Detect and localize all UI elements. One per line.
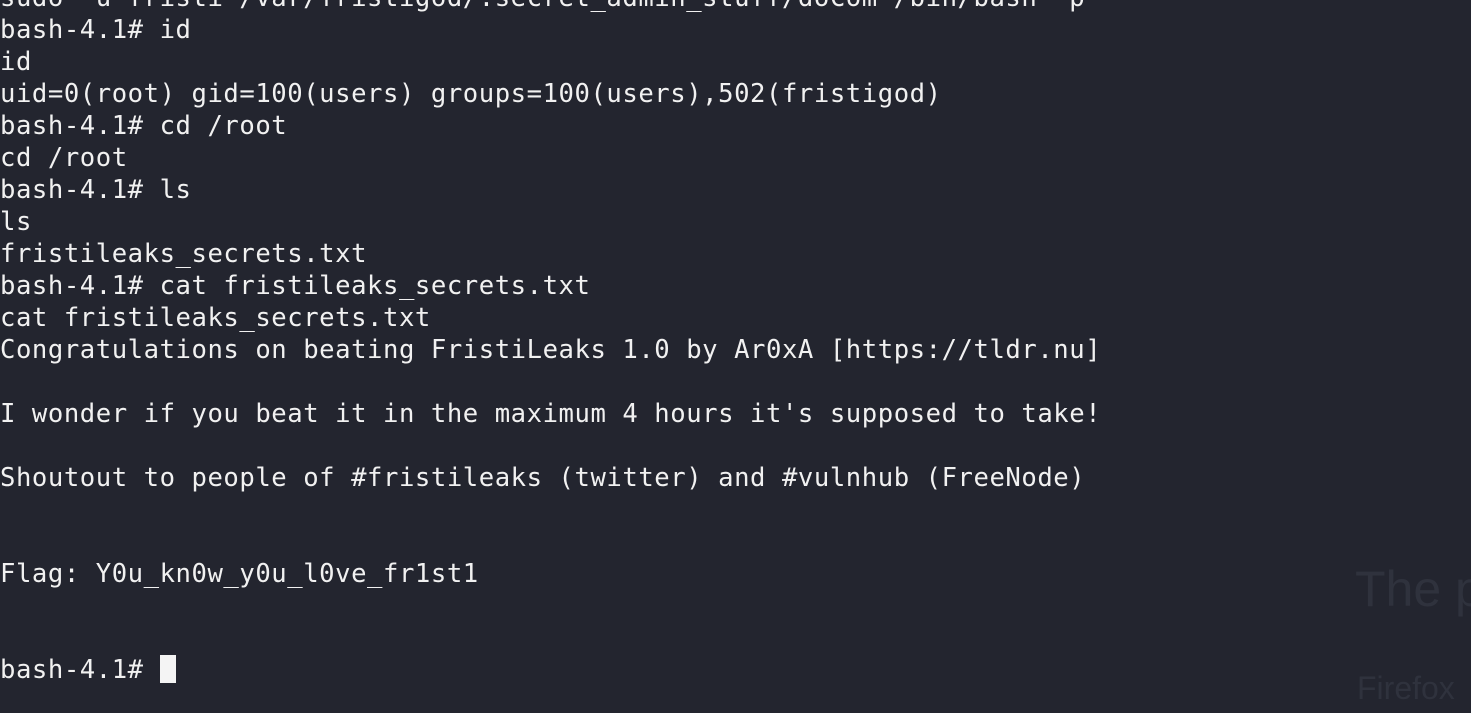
terminal-line: I wonder if you beat it in the maximum 4…: [0, 399, 1102, 429]
terminal-line: bash-4.1# id: [0, 15, 192, 45]
terminal-line: Shoutout to people of #fristileaks (twit…: [0, 463, 1086, 493]
prompt-line[interactable]: bash-4.1#: [0, 654, 1471, 686]
terminal-line: bash-4.1# ls: [0, 175, 192, 205]
terminal-cursor: [159, 655, 176, 683]
terminal-line: sudo -u fristi /var/fristigod/.secret_ad…: [0, 0, 1471, 14]
terminal-line: bash-4.1# cd /root: [0, 111, 288, 141]
terminal-window[interactable]: The p Firefox sudo -u fristi /var/fristi…: [0, 0, 1471, 713]
flag-line: Flag: Y0u_kn0w_y0u_l0ve_fr1st1: [0, 559, 479, 589]
terminal-output: sudo -u fristi /var/fristigod/.secret_ad…: [0, 0, 1471, 686]
terminal-line: ls: [0, 207, 32, 237]
shell-prompt: bash-4.1#: [0, 655, 160, 685]
terminal-line: uid=0(root) gid=100(users) groups=100(us…: [0, 79, 942, 109]
terminal-line: bash-4.1# cat fristileaks_secrets.txt: [0, 271, 591, 301]
terminal-line: Congratulations on beating FristiLeaks 1…: [0, 335, 1102, 365]
terminal-line: cd /root: [0, 143, 128, 173]
terminal-line: cat fristileaks_secrets.txt: [0, 303, 431, 333]
terminal-line: id: [0, 47, 32, 77]
terminal-line: fristileaks_secrets.txt: [0, 239, 368, 269]
